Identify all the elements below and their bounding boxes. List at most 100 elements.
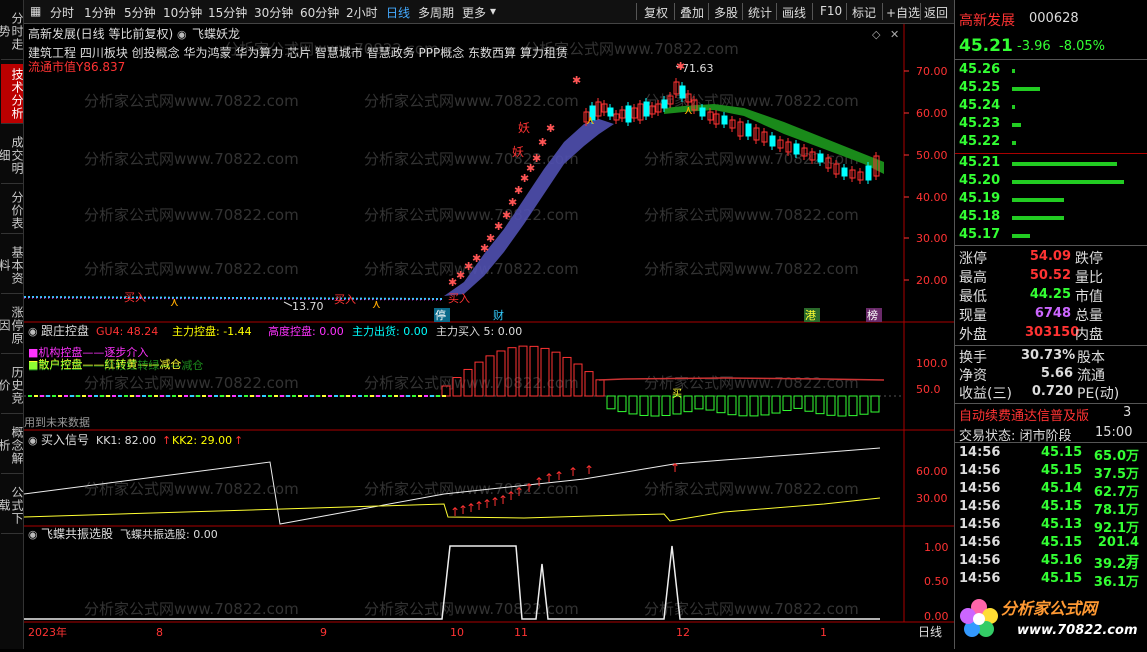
price-tick: 40.00 — [916, 191, 948, 204]
btn-draw[interactable]: 画线 — [782, 4, 806, 21]
tab-history-auction[interactable]: 历史竞价 — [0, 358, 24, 414]
toolbar-divider — [776, 3, 777, 20]
period-2[interactable]: 1分钟 — [84, 4, 116, 21]
tab-concept[interactable]: 概念解析 — [0, 418, 24, 474]
panel2-dash — [70, 395, 74, 397]
panel2-dash — [154, 395, 158, 397]
tick-volume: 78.1万 — [1093, 503, 1139, 518]
panel2-dash — [316, 395, 320, 397]
btn-mark[interactable]: 标记 — [852, 4, 876, 21]
period-8[interactable]: 2小时 — [346, 4, 378, 21]
tick-time: 14:56 — [959, 553, 1001, 568]
up-arrow-icon: ↑ — [162, 434, 171, 447]
butterfly-icon: ✱ — [508, 196, 517, 209]
halt-badge: 停 — [435, 308, 446, 322]
period-3[interactable]: 5分钟 — [124, 4, 156, 21]
stat-value: 5.66 — [1040, 366, 1073, 381]
watermark-text: 分析家公式网www.70822.com — [644, 600, 859, 618]
period-1[interactable]: 分时 — [50, 4, 74, 21]
period-6[interactable]: 30分钟 — [254, 4, 293, 21]
tab-tech-analysis[interactable]: 技术分析 — [1, 64, 24, 124]
panel2-dash — [370, 395, 374, 397]
buy-arrow-icon: ↑ — [514, 485, 524, 499]
candle-body — [865, 165, 872, 181]
period-multi[interactable]: 多周期 — [418, 4, 454, 21]
divider — [955, 345, 1147, 346]
promo-number: 3 — [1123, 405, 1132, 420]
close-icon[interactable]: ✕ — [890, 28, 899, 41]
tick-price: 45.16 — [1041, 553, 1083, 568]
tick-price: 45.15 — [1041, 463, 1083, 478]
toolbar-divider — [846, 3, 847, 20]
tick-volume: 62.7万 — [1093, 485, 1139, 500]
period-more[interactable]: 更多 — [462, 4, 486, 21]
stat-label: 市值 — [1075, 289, 1103, 305]
bid-volume-bar — [1012, 162, 1117, 166]
panel2-dash — [406, 395, 410, 397]
panel2-dash — [118, 395, 122, 397]
ask-price: 45.24 — [959, 98, 1001, 113]
tab-price-table[interactable]: 分价表 — [1, 188, 24, 234]
watermark-text: 分析家公式网www.70822.com — [84, 92, 299, 110]
panel2-dash — [232, 395, 236, 397]
btn-add-watchlist[interactable]: +自选 — [886, 4, 920, 21]
period-7[interactable]: 60分钟 — [300, 4, 339, 21]
panel2-dash — [88, 395, 92, 397]
panel4-name[interactable]: 飞蝶共振选股 — [41, 526, 113, 541]
btn-fuquan[interactable]: 复权 — [644, 4, 668, 21]
btn-stats[interactable]: 统计 — [748, 4, 772, 21]
panel2-dash — [268, 395, 272, 397]
watermark-text: 分析家公式网www.70822.com — [84, 600, 299, 618]
ask-price: 45.22 — [959, 134, 1001, 149]
panel2-toggle-icon[interactable]: ◉ — [28, 325, 38, 338]
btn-multi-stock[interactable]: 多股 — [714, 4, 738, 21]
tick-price: 45.15 — [1041, 499, 1083, 514]
promo-text[interactable]: 自动续费通达信普及版 — [959, 405, 1089, 424]
diamond-icon[interactable]: ◇ — [872, 28, 881, 41]
stock-code: 000628 — [1029, 11, 1079, 26]
period-5[interactable]: 15分钟 — [208, 4, 247, 21]
chart-title: 高新发展(日线 等比前复权) — [28, 26, 173, 41]
panel2-dash — [100, 395, 104, 397]
more-arrow-icon[interactable]: ▾ — [490, 4, 496, 18]
panel3-toggle-icon[interactable]: ◉ — [28, 434, 38, 447]
panel2-dash — [94, 395, 98, 397]
toolbar-divider — [882, 3, 883, 20]
tab-basic-info[interactable]: 基本资料 — [0, 238, 24, 294]
panel4-toggle-icon[interactable]: ◉ — [28, 528, 38, 541]
period-4[interactable]: 10分钟 — [163, 4, 202, 21]
toolbar-divider — [708, 3, 709, 20]
stat-value: 54.09 — [1029, 249, 1071, 264]
buy-arrow-icon: ↑ — [544, 471, 554, 485]
period-daily[interactable]: 日线 — [386, 4, 410, 21]
tab-trade-detail[interactable]: 成交明细 — [0, 128, 24, 184]
buy-arrow-icon: ↑ — [554, 469, 564, 483]
tab-limit-reason[interactable]: 涨停原因 — [0, 298, 24, 354]
panel3-name[interactable]: 买入信号 — [41, 433, 89, 447]
legend-retail-overlay: ■散户控盘——阶段红转绿——减仓 — [28, 358, 203, 372]
panel2-dash — [430, 395, 434, 397]
ask-price: 45.25 — [959, 80, 1001, 95]
tab-fenshi[interactable]: 分时走势 — [0, 4, 24, 60]
panel4-axis: 1.00 0.50 0.00 — [924, 541, 949, 623]
panel2-dash — [112, 395, 116, 397]
price-change-pct: -8.05% — [1059, 39, 1105, 54]
period-label: 日线 — [918, 625, 942, 639]
tab-formula-download[interactable]: 公式下载 — [0, 478, 24, 534]
btn-f10[interactable]: F10 — [820, 4, 842, 18]
indicator-toggle-icon[interactable]: ◉ — [177, 28, 187, 41]
time-tick: 10 — [450, 626, 464, 639]
bid-volume-bar — [1012, 180, 1124, 184]
stat-label: 现量 — [959, 308, 987, 324]
buy-label: 买入 — [448, 292, 470, 305]
btn-back[interactable]: 返回 — [924, 4, 948, 21]
btn-overlay[interactable]: 叠加 — [680, 4, 704, 21]
tick-price: 45.15 — [1041, 571, 1083, 586]
panel2-name[interactable]: 跟庄控盘 — [41, 323, 89, 338]
indicator-name[interactable]: 飞蝶妖龙 — [192, 26, 240, 41]
kline-chart-area[interactable]: 分析家公式网www.70822.com 分析家公式网www.70822.com … — [23, 24, 954, 649]
panel2-dash — [256, 395, 260, 397]
divider — [955, 403, 1147, 404]
grid-icon[interactable]: ▦ — [30, 4, 41, 18]
current-price: 45.21 — [959, 36, 1013, 56]
